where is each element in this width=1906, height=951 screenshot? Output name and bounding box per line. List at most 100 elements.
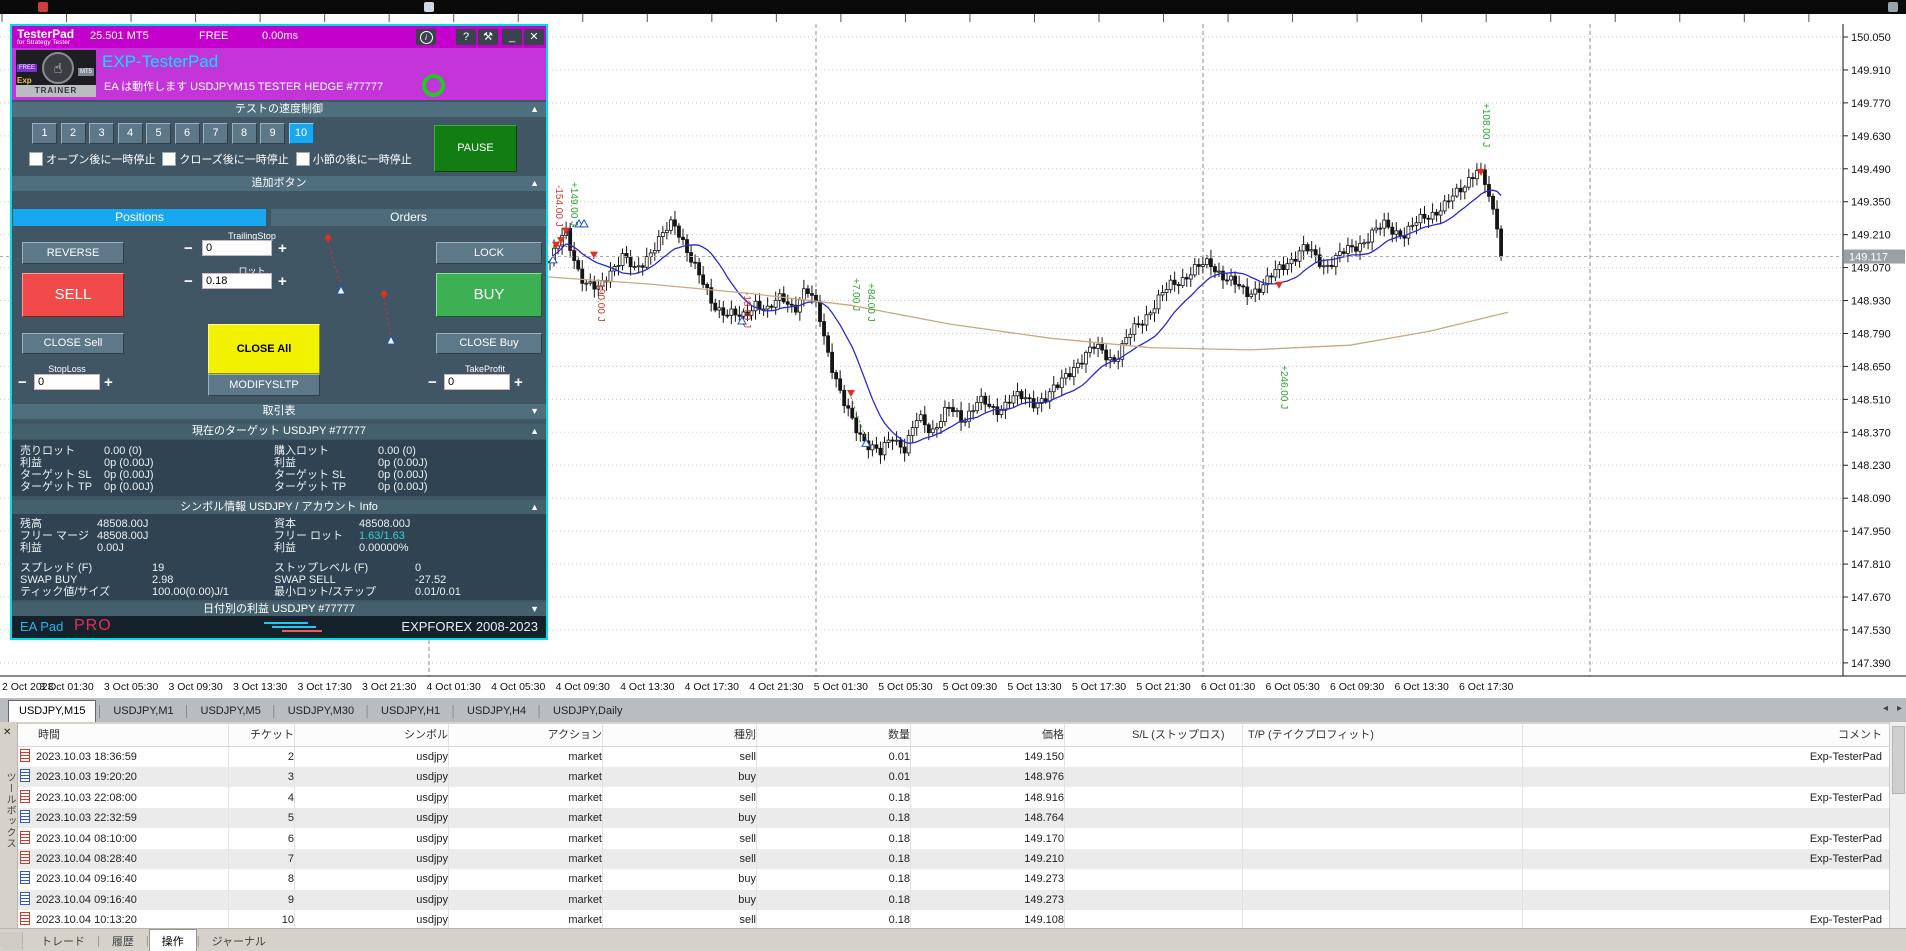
column-divider[interactable]	[910, 724, 911, 928]
takeprofit-plus-button[interactable]: +	[514, 375, 523, 391]
scrollbar-thumb[interactable]	[1892, 726, 1905, 794]
buy-button[interactable]: BUY	[436, 273, 542, 317]
chart-tab-usdjpy-daily[interactable]: USDJPY,Daily	[543, 701, 633, 722]
chart-tabs-scroll-right-icon[interactable]: ▸	[1897, 703, 1902, 714]
lot-plus-button[interactable]: +	[278, 274, 287, 290]
section-speed-control[interactable]: テストの速度制御 ▲	[12, 102, 546, 117]
takeprofit-minus-button[interactable]: −	[428, 375, 437, 391]
collapse-down-icon[interactable]: ▼	[530, 602, 539, 617]
column-header-tp[interactable]: T/P (テイクプロフィット)	[1248, 724, 1412, 746]
column-divider[interactable]	[1522, 724, 1523, 928]
column-header-time[interactable]: 時間	[38, 724, 246, 746]
collapse-up-icon[interactable]: ▲	[530, 176, 539, 191]
reverse-button[interactable]: REVERSE	[22, 242, 124, 264]
speed-button-4[interactable]: 4	[118, 123, 143, 144]
close-icon[interactable]: ✕	[524, 29, 544, 45]
takeprofit-input[interactable]	[444, 374, 510, 390]
close-all-button[interactable]: CLOSE All	[208, 324, 320, 374]
power-status-icon[interactable]	[422, 74, 445, 97]
column-header-type[interactable]: 種別	[604, 724, 756, 746]
column-divider[interactable]	[1064, 724, 1065, 928]
section-current-target[interactable]: 現在のターゲット USDJPY #77777 ▲	[12, 424, 546, 439]
pause-checkbox-1[interactable]: オープン後に一時停止	[29, 151, 155, 167]
tab-positions[interactable]: Positions	[13, 209, 266, 226]
lock-button[interactable]: LOCK	[436, 242, 542, 264]
chart-tab-usdjpy-m1[interactable]: USDJPY,M1	[103, 701, 183, 722]
column-divider[interactable]	[1242, 724, 1243, 928]
column-header-symbol[interactable]: シンボル	[296, 724, 448, 746]
speed-button-7[interactable]: 7	[203, 123, 228, 144]
collapse-up-icon[interactable]: ▲	[530, 424, 539, 439]
column-header-volume[interactable]: 数量	[758, 724, 910, 746]
trailing-minus-button[interactable]: −	[184, 241, 193, 257]
checkbox-icon[interactable]	[29, 152, 43, 166]
table-scrollbar[interactable]	[1889, 722, 1906, 928]
lot-input[interactable]	[202, 273, 272, 289]
chart-tab-usdjpy-h1[interactable]: USDJPY,H1	[371, 701, 450, 722]
toolbox-close-icon[interactable]: ✕	[3, 728, 11, 738]
speed-button-9[interactable]: 9	[260, 123, 285, 144]
pause-checkbox-3[interactable]: 小節の後に一時停止	[296, 151, 412, 167]
info-icon[interactable]: i	[416, 29, 436, 45]
help-icon[interactable]: ?	[456, 29, 476, 45]
minimize-icon[interactable]: _	[502, 29, 522, 45]
tools-icon[interactable]: ⚒	[478, 29, 498, 45]
collapse-down-icon[interactable]: ▼	[530, 404, 539, 419]
grid-icon[interactable]	[1888, 2, 1898, 12]
table-row[interactable]: 2023.10.04 10:13:2010usdjpymarketsell0.1…	[18, 910, 1890, 928]
trailing-stop-input[interactable]	[202, 240, 272, 256]
stoploss-input[interactable]	[34, 374, 100, 390]
speed-button-8[interactable]: 8	[232, 123, 257, 144]
column-header-price[interactable]: 価格	[912, 724, 1064, 746]
speed-button-10[interactable]: 10	[289, 123, 314, 144]
table-row[interactable]: 2023.10.04 08:10:006usdjpymarketsell0.18…	[18, 829, 1890, 849]
section-trade-table[interactable]: 取引表 ▼	[12, 404, 546, 419]
section-extra-buttons[interactable]: 追加ボタン ▲	[12, 176, 546, 191]
column-divider[interactable]	[228, 724, 229, 928]
lot-minus-button[interactable]: −	[184, 274, 193, 290]
column-divider[interactable]	[602, 724, 603, 928]
tab-orders[interactable]: Orders	[271, 209, 546, 226]
column-header-comment[interactable]: コメント	[1524, 724, 1882, 746]
close-sell-button[interactable]: CLOSE Sell	[22, 333, 124, 354]
table-row[interactable]: 2023.10.03 22:08:004usdjpymarketsell0.18…	[18, 788, 1890, 808]
table-row[interactable]: 2023.10.04 09:16:408usdjpymarketbuy0.181…	[18, 869, 1890, 889]
speed-button-5[interactable]: 5	[146, 123, 171, 144]
chart-tab-usdjpy-m30[interactable]: USDJPY,M30	[278, 701, 364, 722]
chart-tab-usdjpy-h4[interactable]: USDJPY,H4	[457, 701, 536, 722]
stoploss-minus-button[interactable]: −	[18, 375, 27, 391]
close-buy-button[interactable]: CLOSE Buy	[436, 333, 542, 354]
section-daily-profit[interactable]: 日付別の利益 USDJPY #77777 ▼	[12, 602, 546, 617]
column-divider[interactable]	[756, 724, 757, 928]
chart-tab-usdjpy-m5[interactable]: USDJPY,M5	[191, 701, 271, 722]
checkbox-icon[interactable]	[162, 152, 176, 166]
toolbox-tab-3[interactable]: 操作	[149, 929, 197, 951]
table-row[interactable]: 2023.10.03 22:32:595usdjpymarketbuy0.181…	[18, 808, 1890, 828]
table-row[interactable]: 2023.10.03 18:36:592usdjpymarketsell0.01…	[18, 747, 1890, 767]
column-divider[interactable]	[448, 724, 449, 928]
section-symbol-info[interactable]: シンボル情報 USDJPY / アカウント Info ▲	[12, 500, 546, 515]
speed-button-3[interactable]: 3	[89, 123, 114, 144]
speed-button-2[interactable]: 2	[61, 123, 86, 144]
column-divider[interactable]	[294, 724, 295, 928]
chart-tabs-scroll-left-icon[interactable]: ◂	[1883, 703, 1888, 714]
pause-button[interactable]: PAUSE	[434, 125, 517, 172]
toolbox-tab-2[interactable]: 履歴	[100, 930, 146, 951]
record-icon[interactable]	[38, 2, 48, 12]
sell-button[interactable]: SELL	[22, 273, 124, 317]
speed-button-1[interactable]: 1	[32, 123, 57, 144]
collapse-up-icon[interactable]: ▲	[530, 500, 539, 515]
toolbox-tab-4[interactable]: ジャーナル	[200, 930, 278, 951]
column-header-ticket[interactable]: チケット	[230, 724, 294, 746]
table-row[interactable]: 2023.10.04 08:28:407usdjpymarketsell0.18…	[18, 849, 1890, 869]
stoploss-plus-button[interactable]: +	[104, 375, 113, 391]
camera-icon[interactable]	[424, 2, 434, 12]
modify-sltp-button[interactable]: MODIFYSLTP	[208, 374, 320, 396]
column-header-action[interactable]: アクション	[450, 724, 602, 746]
chart-tab-usdjpy-m15[interactable]: USDJPY,M15	[8, 700, 96, 722]
checkbox-icon[interactable]	[296, 152, 310, 166]
pause-checkbox-2[interactable]: クローズ後に一時停止	[162, 151, 288, 167]
table-row[interactable]: 2023.10.03 19:20:203usdjpymarketbuy0.011…	[18, 767, 1890, 787]
table-row[interactable]: 2023.10.04 09:16:409usdjpymarketbuy0.181…	[18, 890, 1890, 910]
toolbox-tab-1[interactable]: トレード	[29, 930, 97, 951]
